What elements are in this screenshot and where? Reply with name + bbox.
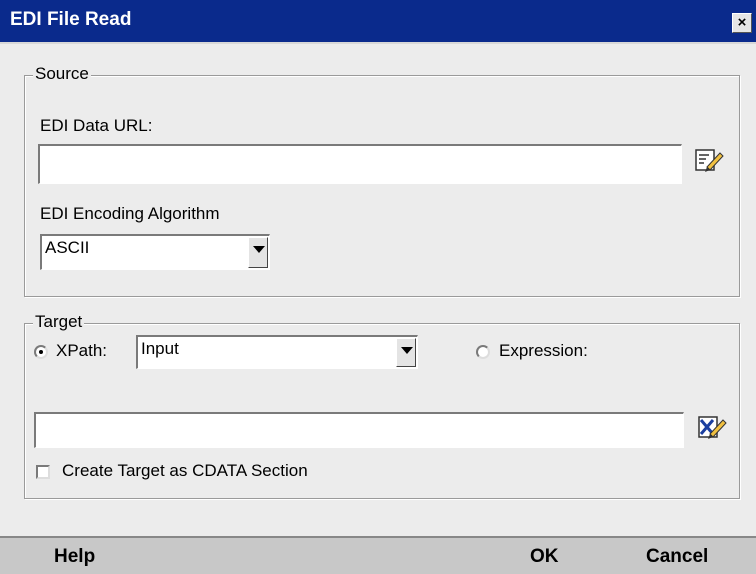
dropdown-arrow-icon[interactable] [396,338,416,367]
encoding-value: ASCII [45,238,90,257]
dropdown-arrow-icon[interactable] [248,237,268,268]
data-url-label: EDI Data URL: [40,116,153,135]
source-legend: Source [33,64,91,84]
target-legend: Target [33,312,85,332]
button-bar: Help OK Cancel [0,536,756,574]
close-button[interactable]: × [732,13,752,33]
encoding-label: EDI Encoding Algorithm [40,204,220,223]
expression-radio[interactable] [476,345,490,359]
expression-label: Expression: [499,341,588,360]
xpath-radio[interactable] [34,345,48,359]
xpath-select[interactable]: Input [136,335,418,369]
help-button[interactable]: Help [54,546,95,568]
edit-icon[interactable] [694,147,724,173]
xpath-label: XPath: [56,341,108,360]
title-bar: EDI File Read × [0,0,756,44]
encoding-select[interactable]: ASCII [40,234,270,270]
edit-icon[interactable] [697,414,727,440]
xpath-value: Input [141,339,179,358]
cdata-checkbox[interactable] [36,465,50,479]
close-icon: × [737,14,747,31]
cancel-button[interactable]: Cancel [646,546,708,568]
target-input[interactable] [34,412,684,448]
ok-button[interactable]: OK [530,546,559,568]
data-url-input[interactable] [38,144,682,184]
window-title: EDI File Read [10,9,132,30]
cdata-label: Create Target as CDATA Section [62,461,308,480]
